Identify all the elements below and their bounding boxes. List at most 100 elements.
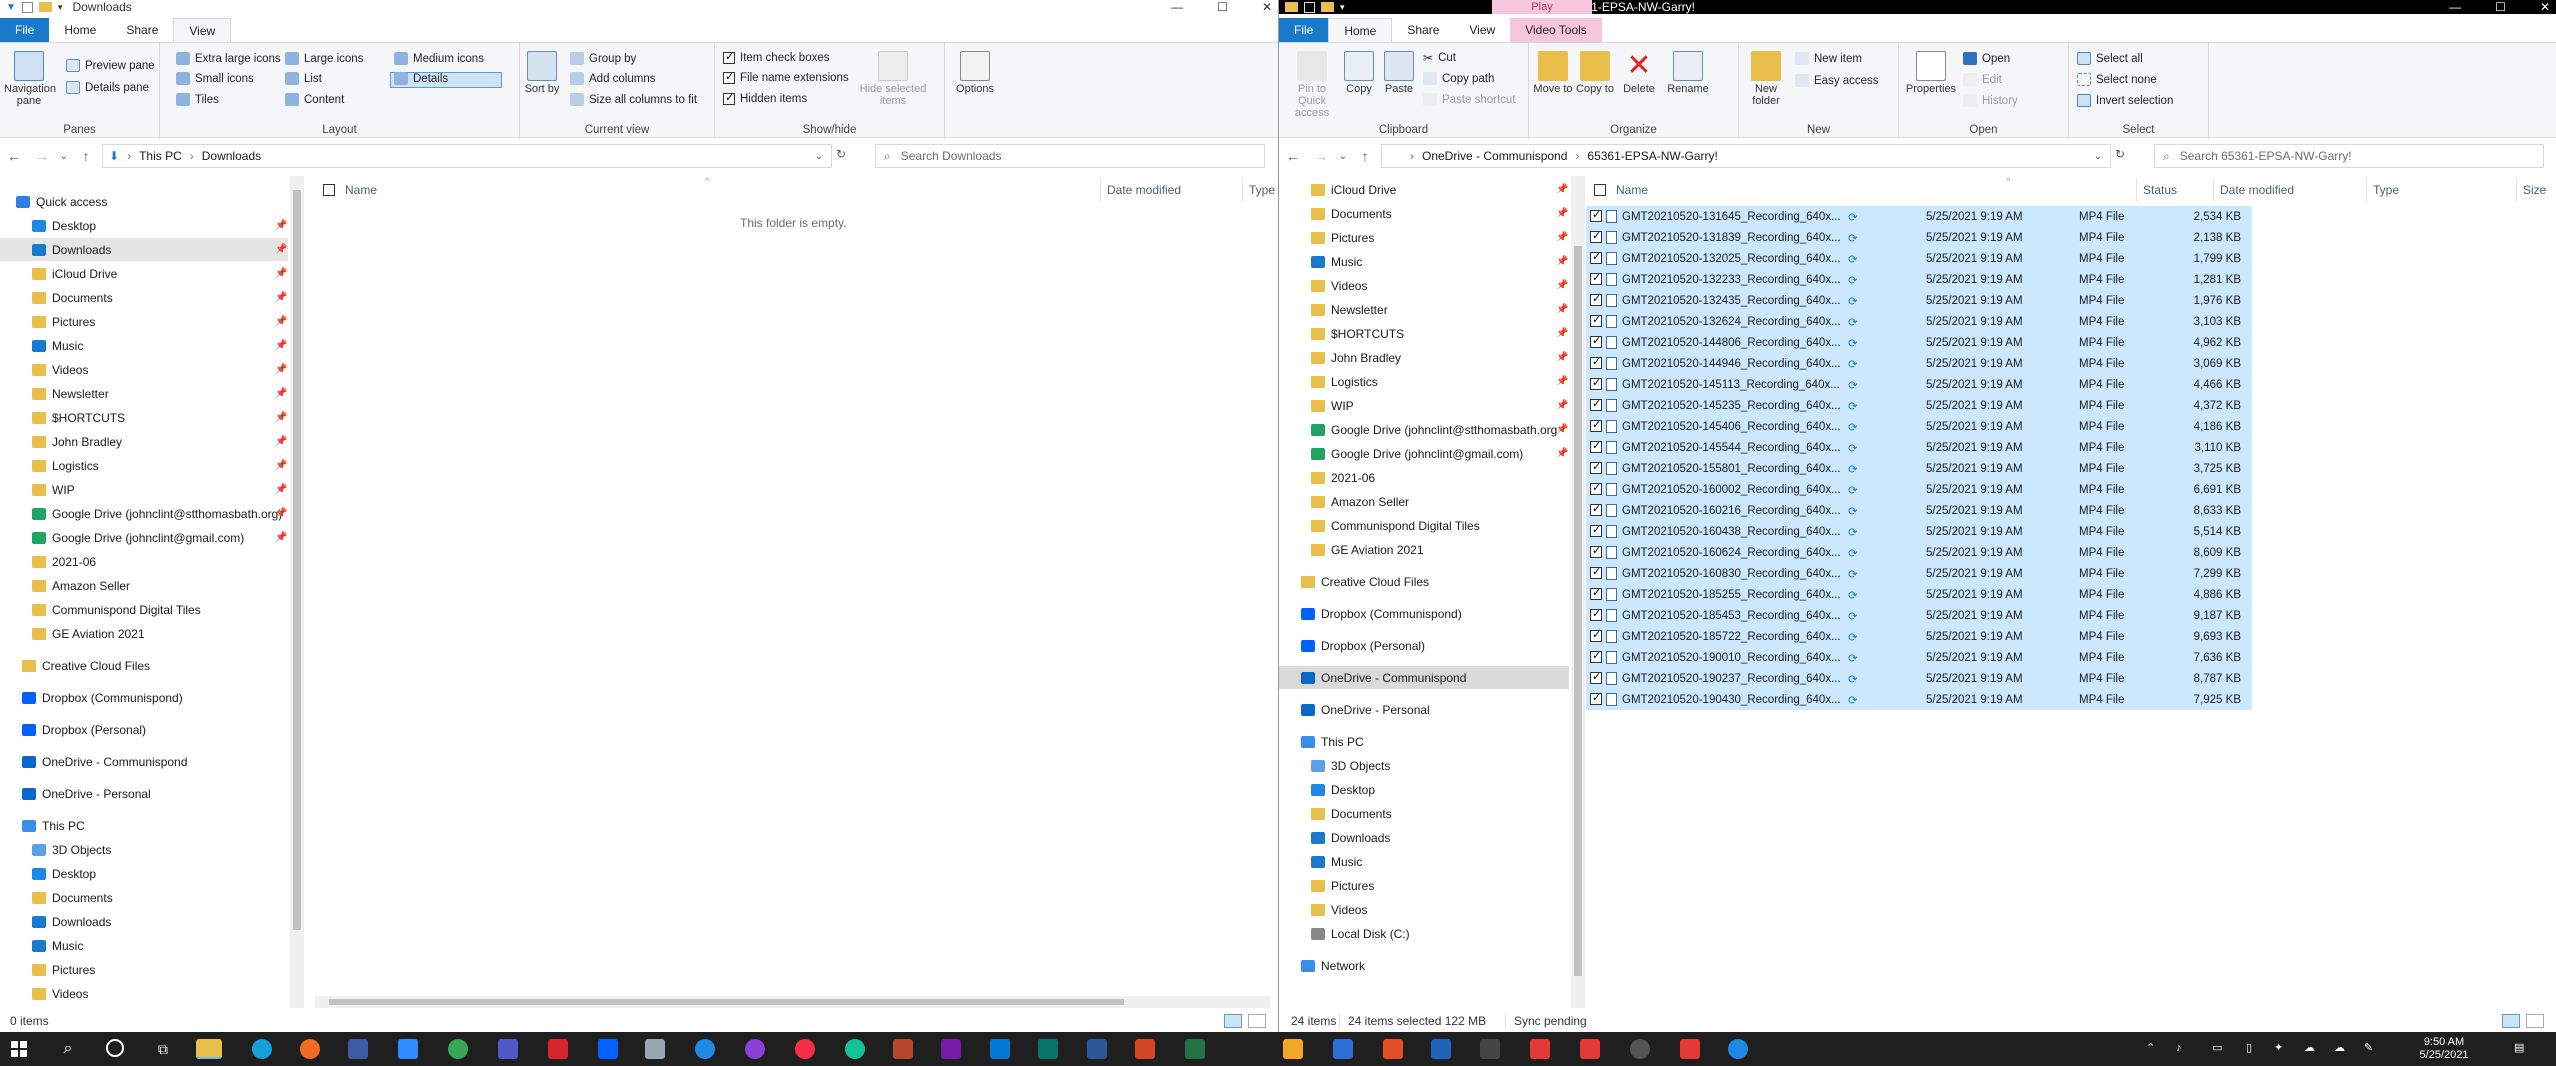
nav-item-ge-aviation-2021[interactable]: GE Aviation 2021 bbox=[1279, 538, 1569, 561]
file-explorer-icon[interactable] bbox=[196, 1039, 222, 1059]
nav-item-desktop[interactable]: Desktop bbox=[0, 862, 288, 885]
nav-item-pictures[interactable]: Pictures bbox=[1279, 874, 1569, 897]
pin-icon[interactable]: 📌 bbox=[275, 484, 287, 495]
file-row[interactable]: GMT20210520-132233_Recording_640x... ⟳ 5/2… bbox=[1586, 269, 2252, 290]
search-icon[interactable]: ⌕ bbox=[58, 1039, 78, 1059]
column-header-date[interactable]: Date modified bbox=[2213, 178, 2294, 202]
search-input[interactable]: ⌕ Search Downloads bbox=[875, 144, 1265, 168]
nav-item-this-pc[interactable]: This PC bbox=[1279, 730, 1569, 753]
file-row[interactable]: GMT20210520-144946_Recording_640x... ⟳ 5/2… bbox=[1586, 353, 2252, 374]
file-row[interactable]: GMT20210520-145406_Recording_640x... ⟳ 5/2… bbox=[1586, 416, 2252, 437]
clock[interactable]: 9:50 AM 5/25/2021 bbox=[2398, 1036, 2490, 1062]
copy-path-button[interactable]: Copy path bbox=[1423, 72, 1494, 85]
pin-icon[interactable]: 📌 bbox=[275, 532, 287, 543]
pin-icon[interactable]: 📌 bbox=[275, 268, 287, 279]
file-row[interactable]: GMT20210520-132435_Recording_640x... ⟳ 5/2… bbox=[1586, 290, 2252, 311]
open-button[interactable]: Open bbox=[1963, 52, 2010, 65]
nav-item-downloads[interactable]: Downloads 📌 bbox=[0, 238, 288, 261]
qa-dropdown-icon[interactable]: ▾ bbox=[58, 2, 63, 13]
nav-item-wip[interactable]: WIP 📌 bbox=[0, 478, 288, 501]
nav-item-videos[interactable]: Videos 📌 bbox=[1279, 274, 1569, 297]
file-row[interactable]: GMT20210520-160002_Recording_640x... ⟳ 5/2… bbox=[1586, 479, 2252, 500]
file-row[interactable]: GMT20210520-145235_Recording_640x... ⟳ 5/2… bbox=[1586, 395, 2252, 416]
file-row[interactable]: GMT20210520-190010_Recording_640x... ⟳ 5/2… bbox=[1586, 647, 2252, 668]
tab-file[interactable]: File bbox=[1279, 18, 1329, 42]
new-folder-qa-icon[interactable] bbox=[1321, 2, 1334, 12]
nav-item-communispond-digital-tiles[interactable]: Communispond Digital Tiles bbox=[1279, 514, 1569, 537]
paste-button[interactable]: Paste bbox=[1377, 51, 1421, 95]
tab-file[interactable]: File bbox=[0, 18, 50, 42]
dropbox-tray-icon[interactable]: ✦ bbox=[2274, 1042, 2283, 1055]
row-checkbox-icon[interactable] bbox=[1590, 546, 1602, 558]
start-windows-icon[interactable] bbox=[11, 1041, 27, 1057]
file-row[interactable]: GMT20210520-155801_Recording_640x... ⟳ 5/2… bbox=[1586, 458, 2252, 479]
pin-icon[interactable]: 📌 bbox=[1556, 232, 1568, 243]
nav-item-amazon-seller[interactable]: Amazon Seller bbox=[1279, 490, 1569, 513]
tab-share[interactable]: Share bbox=[1392, 18, 1454, 42]
layout-large-icons[interactable]: Large icons bbox=[285, 52, 363, 65]
up-icon[interactable]: ↑ bbox=[72, 148, 100, 164]
nav-item-onedrive-personal[interactable]: OneDrive - Personal bbox=[1279, 698, 1569, 721]
hidden-items-toggle[interactable]: Hidden items bbox=[723, 91, 807, 105]
app-camera-icon[interactable] bbox=[1580, 1039, 1600, 1059]
publisher-icon[interactable] bbox=[1038, 1039, 1058, 1059]
new-item-button[interactable]: New item bbox=[1795, 52, 1862, 65]
nav-item-john-bradley[interactable]: John Bradley 📌 bbox=[1279, 346, 1569, 369]
onedrive-personal-tray-icon[interactable]: ☁ bbox=[2304, 1042, 2315, 1055]
nav-item-ge-aviation-2021[interactable]: GE Aviation 2021 bbox=[0, 622, 288, 645]
layout-extra-large-icons[interactable]: Extra large icons bbox=[176, 52, 281, 65]
column-header-status[interactable]: Status bbox=[2136, 178, 2177, 202]
refresh-icon[interactable]: ↻ bbox=[836, 147, 846, 161]
row-checkbox-icon[interactable] bbox=[1590, 441, 1602, 453]
nav-item-documents[interactable]: Documents bbox=[0, 886, 288, 909]
recent-dropdown-icon[interactable]: ⌄ bbox=[56, 151, 72, 162]
pin-icon[interactable]: 📌 bbox=[275, 244, 287, 255]
nav-item-music[interactable]: Music bbox=[1279, 850, 1569, 873]
nav-item-documents[interactable]: Documents 📌 bbox=[1279, 202, 1569, 225]
nav-scrollbar[interactable] bbox=[290, 176, 304, 1008]
nav-item-network[interactable]: Network bbox=[1279, 954, 1569, 977]
nav-item-onedrive-communispond[interactable]: OneDrive - Communispond bbox=[0, 750, 288, 773]
nav-item-music[interactable]: Music 📌 bbox=[0, 334, 288, 357]
teams-icon[interactable] bbox=[498, 1039, 518, 1059]
nav-item-communispond-digital-tiles[interactable]: Communispond Digital Tiles bbox=[0, 598, 288, 621]
pin-icon[interactable]: 📌 bbox=[275, 508, 287, 519]
row-checkbox-icon[interactable] bbox=[1590, 357, 1602, 369]
properties-button[interactable]: Properties bbox=[1903, 51, 1959, 95]
copy-to-button[interactable]: Copy to bbox=[1575, 51, 1615, 95]
row-checkbox-icon[interactable] bbox=[1590, 588, 1602, 600]
tab-home[interactable]: Home bbox=[49, 18, 111, 42]
file-row[interactable]: GMT20210520-132025_Recording_640x... ⟳ 5/2… bbox=[1586, 248, 2252, 269]
chevron-up-icon[interactable]: ⌃ bbox=[2146, 1042, 2155, 1055]
file-row[interactable]: GMT20210520-131839_Recording_640x... ⟳ 5/2… bbox=[1586, 227, 2252, 248]
minimize-icon[interactable]: — bbox=[2449, 0, 2461, 14]
nav-item-onedrive-personal[interactable]: OneDrive - Personal bbox=[0, 782, 288, 805]
access-icon[interactable] bbox=[893, 1039, 913, 1059]
nav-item-google-drive-johnclint-gmail-com[interactable]: Google Drive (johnclint@gmail.com) 📌 bbox=[1279, 442, 1569, 465]
new-folder-button[interactable]: New folder bbox=[1741, 51, 1791, 107]
row-checkbox-icon[interactable] bbox=[1590, 252, 1602, 264]
file-row[interactable]: GMT20210520-185453_Recording_640x... ⟳ 5/2… bbox=[1586, 605, 2252, 626]
pin-icon[interactable]: 📌 bbox=[275, 220, 287, 231]
tab-view[interactable]: View bbox=[173, 18, 232, 42]
breadcrumb[interactable]: › OneDrive - Communispond › 65361-EPSA-N… bbox=[1381, 144, 2111, 168]
file-row[interactable]: GMT20210520-160830_Recording_640x... ⟳ 5/2… bbox=[1586, 563, 2252, 584]
close-icon[interactable]: ✕ bbox=[1262, 0, 1272, 14]
nav-item-videos[interactable]: Videos 📌 bbox=[0, 358, 288, 381]
nav-item-hortcuts[interactable]: $HORTCUTS 📌 bbox=[1279, 322, 1569, 345]
column-header-name[interactable]: Name bbox=[1594, 178, 1648, 202]
row-checkbox-icon[interactable] bbox=[1590, 273, 1602, 285]
row-checkbox-icon[interactable] bbox=[1590, 504, 1602, 516]
app-onepassword-icon[interactable] bbox=[695, 1039, 715, 1059]
invert-selection-button[interactable]: Invert selection bbox=[2077, 94, 2173, 107]
phone-icon[interactable] bbox=[348, 1039, 368, 1059]
nav-item-hortcuts[interactable]: $HORTCUTS 📌 bbox=[0, 406, 288, 429]
size-columns-button[interactable]: Size all columns to fit bbox=[570, 93, 697, 106]
row-checkbox-icon[interactable] bbox=[1590, 378, 1602, 390]
nav-item-dropbox-communispond[interactable]: Dropbox (Communispond) bbox=[0, 686, 288, 709]
app-k-icon[interactable] bbox=[645, 1039, 665, 1059]
row-checkbox-icon[interactable] bbox=[1590, 315, 1602, 327]
app-blue-circle-icon[interactable] bbox=[1728, 1039, 1748, 1059]
nav-item-desktop[interactable]: Desktop 📌 bbox=[0, 214, 288, 237]
pin-icon[interactable]: 📌 bbox=[1556, 448, 1568, 459]
